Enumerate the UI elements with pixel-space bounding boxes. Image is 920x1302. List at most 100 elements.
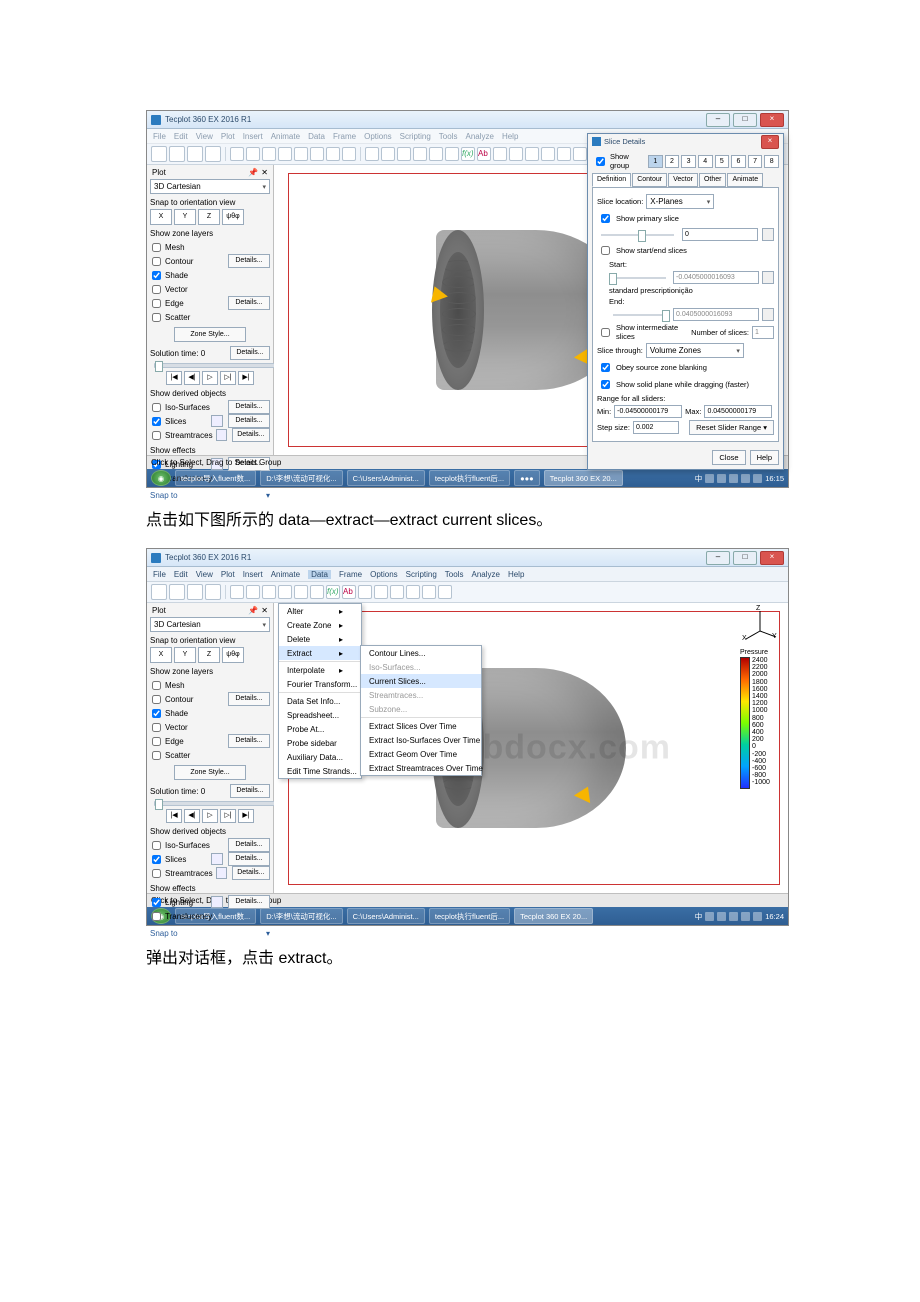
orient-x-button[interactable]: X bbox=[150, 647, 172, 663]
menu-help[interactable]: Help bbox=[502, 132, 518, 141]
tab-contour[interactable]: Contour bbox=[632, 173, 667, 187]
taskbar-item[interactable]: ●●● bbox=[514, 470, 540, 486]
obey-checkbox[interactable] bbox=[601, 363, 610, 372]
tool-open-icon[interactable] bbox=[169, 584, 185, 600]
end-value-input[interactable]: 0.0405000016093 bbox=[673, 308, 759, 321]
tool-print-icon[interactable] bbox=[205, 584, 221, 600]
dialog-close-btn[interactable]: Close bbox=[712, 450, 745, 465]
tool-last-icon[interactable] bbox=[326, 147, 340, 161]
start-slider[interactable] bbox=[609, 275, 670, 281]
step-input[interactable]: 0.002 bbox=[633, 421, 679, 434]
scatter-checkbox[interactable] bbox=[152, 313, 161, 322]
min-input[interactable]: -0.04500000179 bbox=[614, 405, 682, 418]
pin-icon[interactable]: 📌 bbox=[248, 168, 258, 177]
solid-checkbox[interactable] bbox=[601, 380, 610, 389]
slice-location-combo[interactable]: X-Planes▾ bbox=[646, 194, 714, 209]
stream-details-button[interactable]: Details... bbox=[232, 866, 270, 880]
primary-slider[interactable] bbox=[597, 232, 678, 238]
end-slider[interactable] bbox=[609, 312, 670, 318]
tool-rect-icon[interactable] bbox=[390, 585, 404, 599]
taskbar-item[interactable]: C:\Users\Administ... bbox=[347, 470, 425, 486]
submenu-current-slices[interactable]: Current Slices... bbox=[361, 674, 481, 688]
submenu-geom-over-time[interactable]: Extract Geom Over Time bbox=[361, 747, 481, 761]
taskbar-item[interactable]: tecplot导入fluent数... bbox=[175, 470, 256, 486]
play-next-button[interactable]: ▷| bbox=[220, 809, 236, 823]
play-last-button[interactable]: ▶| bbox=[238, 371, 254, 385]
contour-checkbox[interactable] bbox=[152, 257, 161, 266]
submenu-streamtraces[interactable]: Streamtraces... bbox=[361, 688, 481, 702]
submenu-stream-over-time[interactable]: Extract Streamtraces Over Time bbox=[361, 761, 481, 775]
close-button[interactable]: × bbox=[760, 113, 784, 127]
start-value-input[interactable]: -0.0405000016093 bbox=[673, 271, 759, 284]
orient-psi-button[interactable]: ψθφ bbox=[222, 209, 244, 225]
menu-help[interactable]: Help bbox=[508, 570, 524, 579]
taskbar-item[interactable]: C:\Users\Administ... bbox=[347, 908, 425, 924]
menu-options[interactable]: Options bbox=[364, 132, 392, 141]
tool-undo-icon[interactable] bbox=[230, 147, 244, 161]
taskbar-item-active[interactable]: Tecplot 360 EX 20... bbox=[544, 470, 623, 486]
translucency-checkbox[interactable] bbox=[152, 912, 161, 921]
play-first-button[interactable]: |◀ bbox=[166, 371, 182, 385]
plot-type-combo[interactable]: 3D Cartesian▾ bbox=[150, 179, 270, 194]
taskbar-item[interactable]: tecplot执行fluent后... bbox=[429, 470, 510, 486]
menu-scripting[interactable]: Scripting bbox=[400, 132, 431, 141]
close-button[interactable]: × bbox=[760, 551, 784, 565]
tool-square-icon[interactable] bbox=[509, 147, 523, 161]
dialog-help-btn[interactable]: Help bbox=[750, 450, 779, 465]
menu-tools[interactable]: Tools bbox=[439, 132, 458, 141]
scatter-checkbox[interactable] bbox=[152, 751, 161, 760]
submenu-slices-over-time[interactable]: Extract Slices Over Time bbox=[361, 719, 481, 733]
orient-y-button[interactable]: Y bbox=[174, 209, 196, 225]
iso-details-button[interactable]: Details... bbox=[228, 838, 270, 852]
tray-icon[interactable] bbox=[717, 474, 726, 483]
primary-spinner[interactable] bbox=[762, 228, 774, 241]
edge-details-button[interactable]: Details... bbox=[228, 734, 270, 748]
stream-details-button[interactable]: Details... bbox=[232, 428, 270, 442]
tab-animate[interactable]: Animate bbox=[727, 173, 763, 187]
show-startend-checkbox[interactable] bbox=[601, 246, 610, 255]
menu-item-dataset-info[interactable]: Data Set Info... bbox=[279, 694, 361, 708]
tray-icon[interactable] bbox=[741, 912, 750, 921]
play-last-button[interactable]: ▶| bbox=[238, 809, 254, 823]
tool-line-icon[interactable] bbox=[493, 147, 507, 161]
menu-scripting[interactable]: Scripting bbox=[406, 570, 437, 579]
slice-tool-icon[interactable] bbox=[211, 853, 223, 865]
menu-item-delete[interactable]: Delete▸ bbox=[279, 632, 361, 646]
menu-plot[interactable]: Plot bbox=[221, 132, 235, 141]
orient-x-button[interactable]: X bbox=[150, 209, 172, 225]
shade-checkbox[interactable] bbox=[152, 271, 161, 280]
sidebar-close-icon[interactable]: ✕ bbox=[261, 606, 268, 615]
volume-icon[interactable] bbox=[753, 912, 762, 921]
tool-redo-icon[interactable] bbox=[246, 585, 260, 599]
plot-type-combo[interactable]: 3D Cartesian▾ bbox=[150, 617, 270, 632]
menu-data[interactable]: Data bbox=[308, 570, 331, 579]
slices-details-button[interactable]: Details... bbox=[228, 414, 270, 428]
stream-checkbox[interactable] bbox=[152, 869, 161, 878]
zone-style-button[interactable]: Zone Style... bbox=[174, 327, 246, 342]
show-primary-checkbox[interactable] bbox=[601, 214, 610, 223]
orient-z-button[interactable]: Z bbox=[198, 209, 220, 225]
maximize-button[interactable]: □ bbox=[733, 113, 757, 127]
tool-undo-icon[interactable] bbox=[230, 585, 244, 599]
vector-checkbox[interactable] bbox=[152, 723, 161, 732]
slices-checkbox[interactable] bbox=[152, 417, 161, 426]
tool-fx-icon[interactable]: f(x) bbox=[461, 147, 475, 161]
orient-y-button[interactable]: Y bbox=[174, 647, 196, 663]
time-details-button[interactable]: Details... bbox=[230, 784, 270, 798]
menu-plot[interactable]: Plot bbox=[221, 570, 235, 579]
play-next-button[interactable]: ▷| bbox=[220, 371, 236, 385]
menu-item-spreadsheet[interactable]: Spreadsheet... bbox=[279, 708, 361, 722]
tool-pan-icon[interactable] bbox=[278, 147, 292, 161]
taskbar-item-active[interactable]: Tecplot 360 EX 20... bbox=[514, 908, 593, 924]
iso-checkbox[interactable] bbox=[152, 841, 161, 850]
menu-animate[interactable]: Animate bbox=[271, 570, 300, 579]
tool-circle-icon[interactable] bbox=[541, 147, 555, 161]
zone-style-button[interactable]: Zone Style... bbox=[174, 765, 246, 780]
slice-tool-icon[interactable] bbox=[211, 415, 223, 427]
contour-details-button[interactable]: Details... bbox=[228, 692, 270, 706]
show-intermediate-checkbox[interactable] bbox=[601, 328, 610, 337]
tool-save-icon[interactable] bbox=[187, 584, 203, 600]
play-prev-button[interactable]: ◀| bbox=[184, 809, 200, 823]
edge-details-button[interactable]: Details... bbox=[228, 296, 270, 310]
tool-rotate-icon[interactable] bbox=[294, 147, 308, 161]
